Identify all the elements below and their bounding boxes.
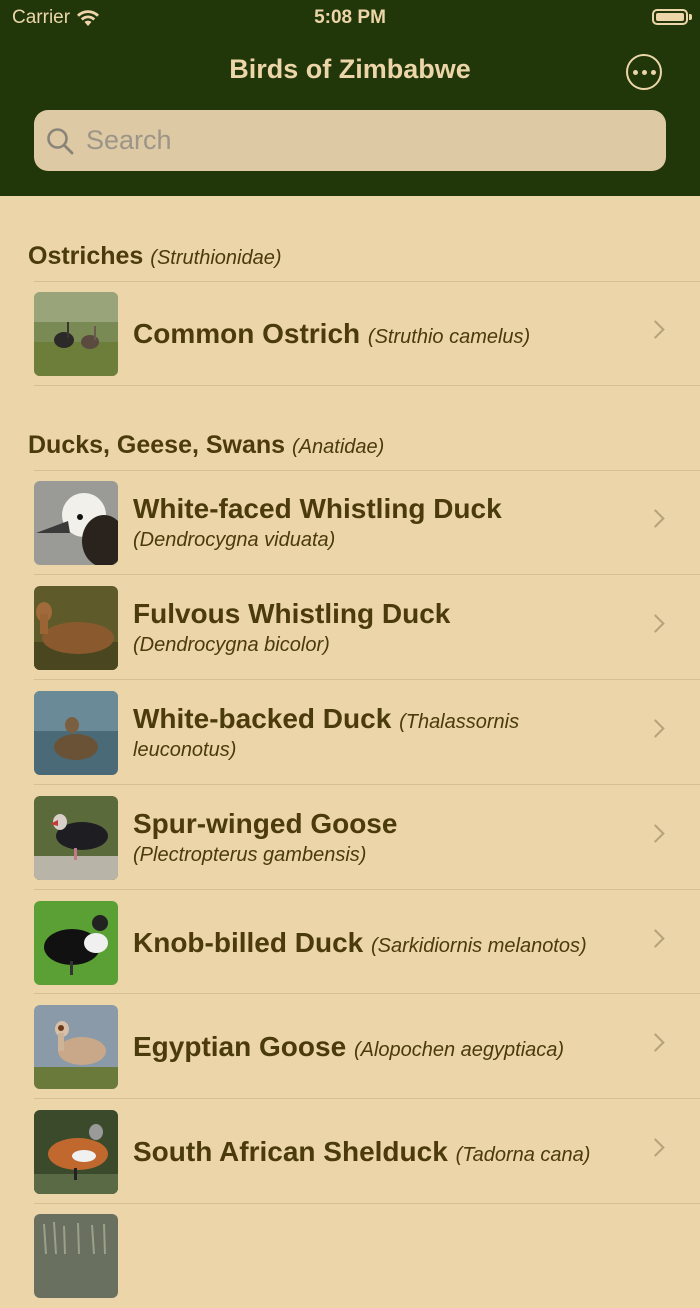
list-item[interactable]: Egyptian Goose (Alopochen aegyptiaca)	[0, 994, 700, 1099]
section-header-ostriches: Ostriches (Struthionidae)	[28, 242, 282, 270]
page-title: Birds of Zimbabwe	[229, 54, 471, 84]
bird-thumbnail	[34, 481, 118, 565]
bird-common-name: South African Shelduck	[133, 1135, 448, 1167]
search-input[interactable]: Search	[34, 110, 666, 171]
chevron-right-icon	[646, 1033, 665, 1052]
bird-scientific-name: (Dendrocygna bicolor)	[133, 633, 330, 656]
bird-thumbnail	[34, 1110, 118, 1194]
list-item[interactable]: White-backed Duck (Thalassornis leuconot…	[0, 680, 700, 785]
section-header-ducks: Ducks, Geese, Swans (Anatidae)	[28, 431, 385, 459]
more-options-button[interactable]	[626, 54, 662, 90]
bird-scientific-name: (Alopochen aegyptiaca)	[353, 1038, 565, 1061]
bird-common-name: White-backed Duck	[133, 702, 392, 734]
chevron-right-icon	[646, 614, 665, 633]
chevron-right-icon	[646, 929, 665, 948]
bird-thumbnail	[34, 586, 118, 670]
ellipsis-dot-icon	[650, 69, 656, 75]
bird-thumbnail	[34, 796, 118, 880]
chevron-right-icon	[646, 1138, 665, 1157]
bird-thumbnail	[34, 1005, 118, 1089]
divider	[34, 385, 700, 386]
bird-scientific-name: (Sarkidiornis melanotos)	[371, 934, 587, 957]
battery-icon	[652, 9, 692, 25]
search-icon	[47, 127, 74, 154]
list-item[interactable]: Common Ostrich (Struthio camelus)	[0, 281, 700, 386]
list-item[interactable]	[0, 1203, 700, 1308]
bird-common-name: White-faced Whistling Duck	[133, 492, 502, 524]
chevron-right-icon	[646, 719, 665, 738]
bird-scientific-name: (Dendrocygna viduata)	[133, 528, 336, 551]
bird-common-name: Egyptian Goose	[133, 1030, 347, 1062]
bird-common-name: Common Ostrich	[133, 317, 361, 349]
navigation-header: Carrier 5:08 PM Birds of Zimbabwe Search	[0, 0, 700, 196]
chevron-right-icon	[646, 824, 665, 843]
list-item[interactable]: South African Shelduck (Tadorna cana)	[0, 1099, 700, 1204]
bird-common-name: Fulvous Whistling Duck	[133, 597, 451, 629]
bird-scientific-name: (Thalassornis	[399, 710, 520, 733]
ellipsis-dot-icon	[632, 69, 638, 75]
bird-common-name: Knob-billed Duck	[133, 926, 364, 958]
chevron-right-icon	[646, 509, 665, 528]
bird-scientific-name: (Struthio camelus)	[367, 325, 531, 348]
bird-scientific-name: (Tadorna cana)	[455, 1143, 591, 1166]
bird-thumbnail	[34, 292, 118, 376]
chevron-right-icon	[646, 320, 665, 339]
ellipsis-dot-icon	[641, 69, 647, 75]
status-time: 5:08 PM	[314, 7, 386, 28]
bird-thumbnail	[34, 1214, 118, 1298]
bird-common-name: Spur-winged Goose	[133, 807, 398, 839]
bird-thumbnail	[34, 901, 118, 985]
bird-scientific-name-continued: leuconotus)	[133, 738, 237, 761]
bird-thumbnail	[34, 691, 118, 775]
list-item[interactable]: Knob-billed Duck (Sarkidiornis melanotos…	[0, 890, 700, 995]
list-item[interactable]: Fulvous Whistling Duck (Dendrocygna bico…	[0, 575, 700, 680]
search-placeholder: Search	[86, 125, 172, 155]
list-item[interactable]: White-faced Whistling Duck (Dendrocygna …	[0, 470, 700, 575]
status-bar: Carrier 5:08 PM	[0, 0, 700, 36]
list-item[interactable]: Spur-winged Goose (Plectropterus gambens…	[0, 785, 700, 890]
bird-scientific-name: (Plectropterus gambensis)	[133, 843, 367, 866]
